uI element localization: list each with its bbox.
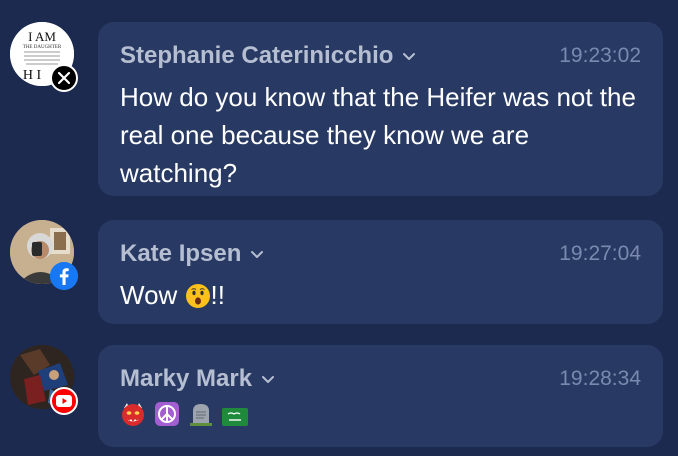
author-menu[interactable]: Stephanie Caterinicchio <box>120 42 417 70</box>
avatar-container <box>10 345 78 415</box>
message-text-start: Wow <box>120 280 185 310</box>
author-name: Marky Mark <box>120 365 253 392</box>
ogre-emoji <box>120 399 146 437</box>
headstone-emoji <box>188 399 214 437</box>
message-text: Wow !! <box>120 276 641 316</box>
author-name: Kate Ipsen <box>120 240 242 267</box>
facebook-icon <box>50 262 78 290</box>
message-bubble: Kate Ipsen 19:27:04 Wow !! <box>98 220 663 324</box>
avatar-container: I AM THE DAUGHTER H I <box>10 22 78 92</box>
chat-feed: I AM THE DAUGHTER H I Stephanie Caterini… <box>0 0 678 456</box>
message-time: 19:27:04 <box>559 242 641 265</box>
message-bubble: Stephanie Caterinicchio 19:23:02 How do … <box>98 22 663 196</box>
author-menu[interactable]: Marky Mark <box>120 365 276 393</box>
chevron-down-icon <box>260 371 276 387</box>
hushed-face-emoji <box>185 278 211 316</box>
message-text: How do you know that the Heifer was not … <box>120 82 636 188</box>
peace-symbol-emoji <box>154 399 180 437</box>
svg-text:H I: H I <box>23 68 42 83</box>
message-time: 19:28:34 <box>559 367 641 390</box>
message-header: Kate Ipsen 19:27:04 <box>120 240 641 268</box>
message-header: Stephanie Caterinicchio 19:23:02 <box>120 42 641 70</box>
author-menu[interactable]: Kate Ipsen <box>120 240 265 268</box>
message-emojis <box>120 402 641 433</box>
author-name: Stephanie Caterinicchio <box>120 42 394 69</box>
saudi-flag-emoji <box>222 399 248 437</box>
x-icon <box>50 64 78 92</box>
chevron-down-icon <box>401 48 417 64</box>
message-text-end: !! <box>210 280 225 310</box>
chevron-down-icon <box>249 246 265 262</box>
youtube-icon <box>50 387 78 415</box>
svg-text:I AM: I AM <box>28 29 56 44</box>
avatar-container <box>10 220 78 290</box>
message-bubble: Marky Mark 19:28:34 <box>98 345 663 447</box>
svg-text:THE DAUGHTER: THE DAUGHTER <box>23 45 62 50</box>
message-header: Marky Mark 19:28:34 <box>120 365 641 393</box>
message-time: 19:23:02 <box>559 44 641 67</box>
